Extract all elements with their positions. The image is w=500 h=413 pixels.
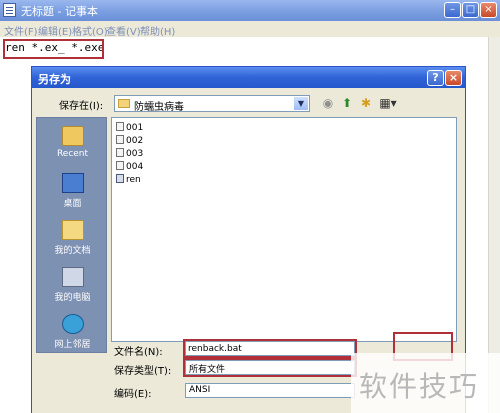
list-item[interactable]: 001 [116, 122, 143, 135]
batch-file-icon [116, 174, 124, 183]
window-title: 无标题 - 记事本 [21, 5, 98, 18]
filename-label: 文件名(N): [114, 347, 163, 358]
file-icon [116, 148, 124, 157]
filetype-label: 保存类型(T): [114, 366, 172, 377]
file-icon [116, 161, 124, 170]
menu-edit[interactable]: 编辑(E) [38, 23, 72, 38]
list-item[interactable]: 002 [116, 135, 143, 148]
my-documents-icon [61, 220, 84, 240]
place-label: 桌面 [63, 199, 82, 209]
place-my-computer[interactable]: 我的电脑 [37, 267, 108, 303]
folder-icon [118, 99, 130, 108]
highlight-box-filename [183, 339, 357, 358]
notepad-icon [3, 3, 16, 17]
places-bar: Recent 桌面 我的文档 我的电脑 网上邻居 [36, 117, 107, 353]
new-folder-icon[interactable]: ✱ [358, 96, 374, 111]
place-recent[interactable]: Recent [37, 126, 108, 159]
dialog-close-button[interactable]: × [445, 70, 462, 86]
up-folder-icon[interactable]: ⬆ [339, 96, 355, 111]
menu-format[interactable]: 格式(O) [72, 23, 108, 38]
list-item[interactable]: 003 [116, 148, 143, 161]
menu-bar: 文件(F) 编辑(E) 格式(O) 查看(V) 帮助(H) [0, 21, 500, 38]
place-desktop[interactable]: 桌面 [37, 173, 108, 209]
maximize-button[interactable]: □ [462, 2, 479, 18]
place-my-documents[interactable]: 我的文档 [37, 220, 108, 256]
encoding-label: 编码(E): [114, 389, 152, 400]
file-icon [116, 135, 124, 144]
encoding-dropdown[interactable]: ANSI [185, 383, 355, 398]
my-computer-icon [61, 267, 84, 287]
back-icon[interactable]: ◉ [320, 96, 336, 111]
dialog-title: 另存为 [38, 73, 71, 86]
notepad-titlebar: 无标题 - 记事本 – □ × [0, 0, 500, 21]
network-icon [61, 314, 84, 334]
menu-help[interactable]: 帮助(H) [140, 23, 175, 38]
close-button[interactable]: × [480, 2, 497, 18]
menu-view[interactable]: 查看(V) [106, 23, 141, 38]
place-label: Recent [56, 149, 89, 159]
place-network[interactable]: 网上邻居 [37, 314, 108, 350]
watermark-text: 软件技巧 [359, 370, 480, 403]
highlight-box-filetype [183, 358, 357, 377]
save-in-dropdown[interactable]: 防蠕虫病毒 ▼ [114, 95, 310, 113]
save-in-label: 保存在(I): [59, 101, 104, 112]
desktop-icon [61, 173, 84, 193]
file-icon [116, 122, 124, 131]
save-in-value: 防蠕虫病毒 [134, 102, 184, 113]
highlight-box-command [3, 39, 104, 59]
chevron-down-icon[interactable]: ▼ [294, 97, 308, 110]
menu-file[interactable]: 文件(F) [4, 23, 38, 38]
list-item[interactable]: 004 [116, 161, 143, 174]
view-menu-icon[interactable]: ▦▾ [377, 96, 399, 111]
watermark: 软件技巧 [351, 353, 500, 413]
place-label: 网上邻居 [54, 340, 91, 350]
file-list[interactable]: 001 002 003 004 ren [111, 117, 457, 342]
minimize-button[interactable]: – [444, 2, 461, 18]
dialog-titlebar: 另存为 ? × [32, 67, 465, 88]
list-item[interactable]: ren [116, 174, 141, 187]
place-label: 我的电脑 [54, 293, 91, 303]
place-label: 我的文档 [54, 246, 91, 256]
help-button[interactable]: ? [427, 70, 444, 86]
recent-folder-icon [61, 126, 84, 146]
